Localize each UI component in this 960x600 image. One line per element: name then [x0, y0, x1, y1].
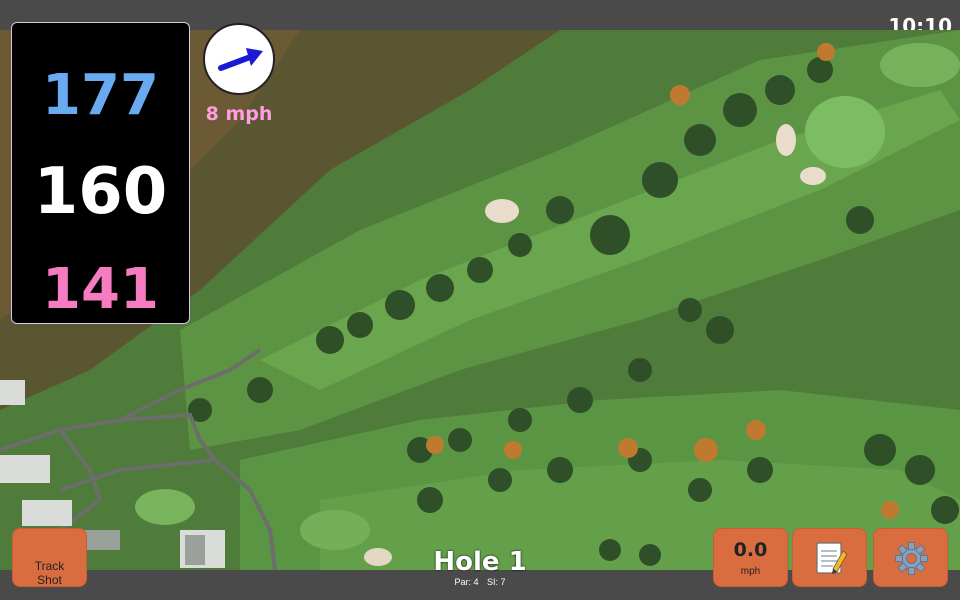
distance-middle: 160 [33, 155, 168, 229]
hole-meta: Par: 4 SI: 7 [380, 577, 580, 587]
notepad-icon [816, 542, 848, 574]
hole-par: Par: 4 [454, 577, 479, 587]
settings-button[interactable] [873, 528, 948, 587]
distance-back: 177 [42, 63, 159, 128]
wind-unit: mph [740, 566, 761, 577]
wind-speed-label: 8 mph [205, 103, 273, 125]
notes-button[interactable] [792, 528, 867, 587]
arrow-icon [218, 48, 263, 71]
track-shot-button[interactable]: Track Shot [12, 528, 87, 587]
track-shot-label: Track Shot [34, 559, 65, 587]
gear-icon [895, 542, 928, 575]
wind-value: 0.0 [733, 539, 768, 561]
wind-speed-button[interactable]: 0.0 mph [713, 528, 788, 587]
distance-panel: 177 160 141 [11, 22, 190, 324]
hole-si: SI: 7 [487, 577, 506, 587]
wind-indicator [203, 23, 275, 95]
distance-front: 141 [42, 257, 159, 322]
hole-title: Hole 1 [433, 547, 527, 577]
